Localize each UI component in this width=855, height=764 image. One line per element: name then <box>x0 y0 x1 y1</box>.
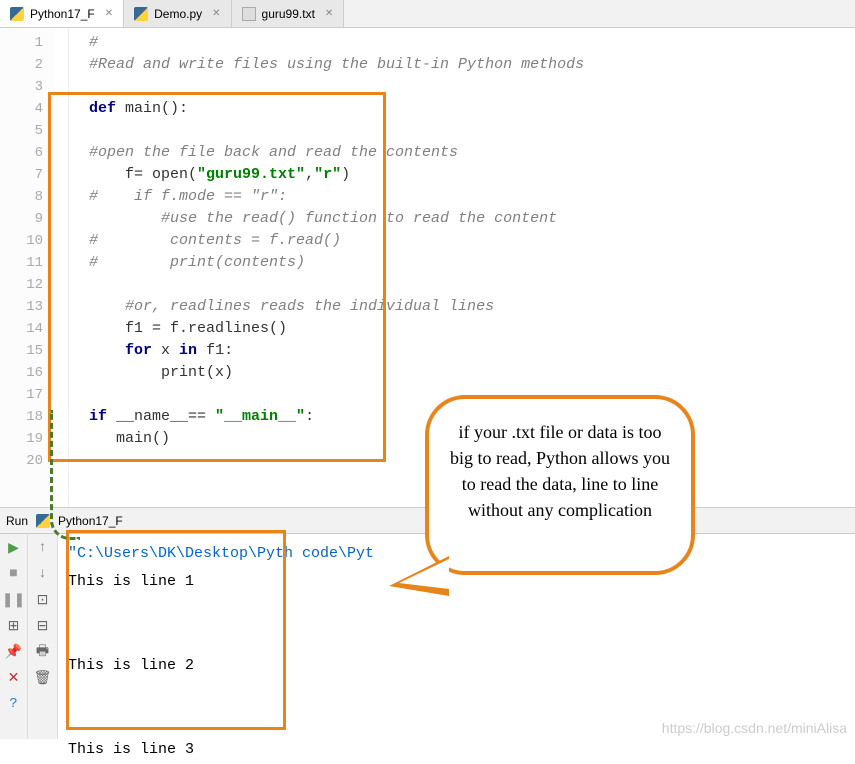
layout-icon[interactable]: ⊞ <box>6 618 22 634</box>
close-icon[interactable]: ✕ <box>212 8 220 19</box>
down-icon[interactable]: ↓ <box>35 566 51 582</box>
up-icon[interactable]: ↑ <box>35 540 51 556</box>
close-icon[interactable]: ✕ <box>325 8 333 19</box>
comment: #Read and write files using the built-in… <box>89 56 584 73</box>
line-number: 19 <box>0 428 43 450</box>
comment: # print(contents) <box>89 254 305 271</box>
code-text: f1: <box>206 342 233 359</box>
run-target: Python17_F <box>58 514 123 528</box>
pin-icon[interactable]: 📌 <box>6 644 22 660</box>
string: "__main__" <box>215 408 305 425</box>
annotation-callout: if your .txt file or data is too big to … <box>425 395 695 575</box>
line-number: 5 <box>0 120 43 142</box>
string: "guru99.txt" <box>197 166 305 183</box>
stop-icon[interactable]: ■ <box>6 566 22 582</box>
line-number: 20 <box>0 450 43 472</box>
tab-guru99[interactable]: guru99.txt ✕ <box>232 0 345 27</box>
line-number: 11 <box>0 252 43 274</box>
output-line: This is line 2 <box>68 652 845 680</box>
line-number: 18 <box>0 406 43 428</box>
line-number: 13 <box>0 296 43 318</box>
code-text: : <box>305 408 314 425</box>
line-number: 6 <box>0 142 43 164</box>
play-icon[interactable]: ▶ <box>6 540 22 556</box>
run-controls: ▶ ■ ❚❚ ⊞ 📌 ✕ ? <box>0 534 28 739</box>
code-text: x <box>161 342 179 359</box>
tab-bar: Python17_F ✕ Demo.py ✕ guru99.txt ✕ <box>0 0 855 28</box>
fold-column <box>55 28 69 507</box>
text-file-icon <box>242 7 256 21</box>
tab-demo[interactable]: Demo.py ✕ <box>124 0 231 27</box>
keyword: for <box>125 342 161 359</box>
line-number: 3 <box>0 76 43 98</box>
code-text: f= open( <box>89 166 197 183</box>
line-gutter: 1 2 3 4 5 6 7 8 9 10 11 12 13 14 15 16 1… <box>0 28 55 507</box>
output-line: This is line 3 <box>68 736 845 764</box>
line-number: 10 <box>0 230 43 252</box>
code-text: , <box>305 166 314 183</box>
settings-icon[interactable]: ⊡ <box>35 592 51 608</box>
code-text: print(x) <box>89 364 233 381</box>
close-x-icon[interactable]: ✕ <box>6 670 22 686</box>
tab-label: guru99.txt <box>262 7 315 21</box>
line-number: 7 <box>0 164 43 186</box>
line-number: 8 <box>0 186 43 208</box>
comment: # if f.mode == "r": <box>89 188 287 205</box>
line-number: 17 <box>0 384 43 406</box>
close-icon[interactable]: ✕ <box>105 8 113 19</box>
wrap-icon[interactable]: ⊟ <box>35 618 51 634</box>
string: "r" <box>314 166 341 183</box>
line-number: 9 <box>0 208 43 230</box>
tab-label: Demo.py <box>154 7 202 21</box>
line-number: 15 <box>0 340 43 362</box>
code-text: __name__== <box>116 408 215 425</box>
tab-python17[interactable]: Python17_F ✕ <box>0 0 124 27</box>
comment: #or, readlines reads the individual line… <box>89 298 494 315</box>
output-controls: ↑ ↓ ⊡ ⊟ 🖶 🗑 <box>28 534 58 739</box>
keyword: in <box>179 342 206 359</box>
python-icon <box>36 514 50 528</box>
pause-icon[interactable]: ❚❚ <box>6 592 22 608</box>
line-number: 14 <box>0 318 43 340</box>
keyword: def <box>89 100 125 117</box>
code-text <box>89 342 125 359</box>
line-number: 1 <box>0 32 43 54</box>
comment: # <box>89 34 98 51</box>
code-text: main() <box>89 430 170 447</box>
callout-text: if your .txt file or data is too big to … <box>450 422 670 520</box>
line-number: 16 <box>0 362 43 384</box>
keyword: if <box>89 408 116 425</box>
code-text: f1 = f.readlines() <box>89 320 287 337</box>
python-icon <box>10 7 24 21</box>
line-number: 4 <box>0 98 43 120</box>
comment: #open the file back and read the content… <box>89 144 458 161</box>
help-icon[interactable]: ? <box>6 696 22 712</box>
tab-label: Python17_F <box>30 7 95 21</box>
function-name: main(): <box>125 100 188 117</box>
python-icon <box>134 7 148 21</box>
trash-icon[interactable]: 🗑 <box>35 670 51 686</box>
line-number: 12 <box>0 274 43 296</box>
print-icon[interactable]: 🖶 <box>35 644 51 660</box>
run-label: Run <box>6 514 28 528</box>
code-text: ) <box>341 166 350 183</box>
watermark: https://blog.csdn.net/miniAlisa <box>662 720 847 736</box>
comment: #use the read() function to read the con… <box>89 210 557 227</box>
line-number: 2 <box>0 54 43 76</box>
comment: # contents = f.read() <box>89 232 341 249</box>
